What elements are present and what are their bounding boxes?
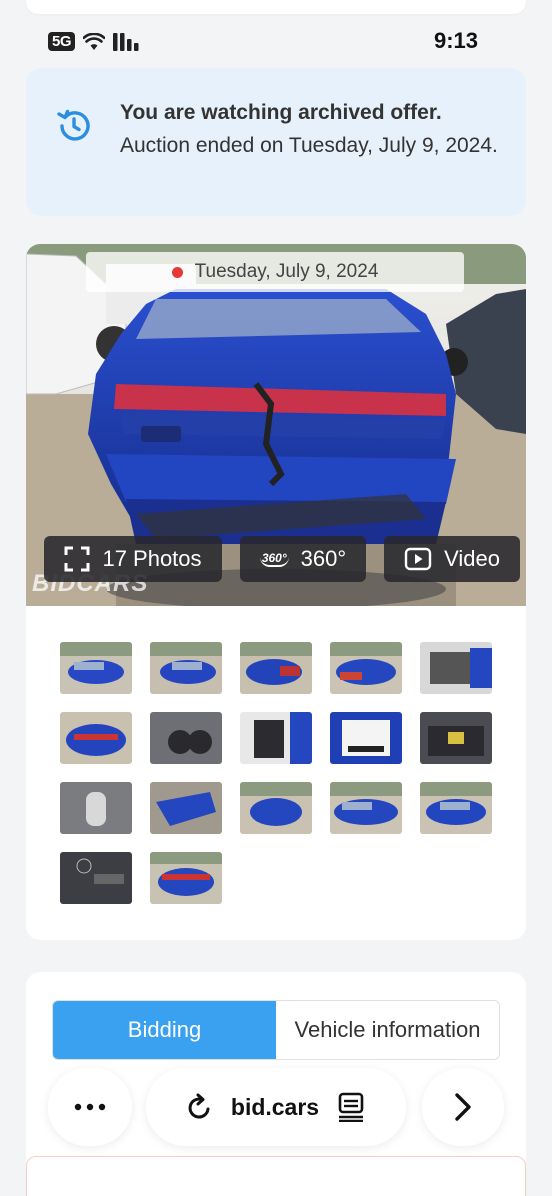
thumbnail[interactable] — [240, 782, 312, 834]
auction-date-text: Tuesday, July 9, 2024 — [194, 261, 379, 282]
thumbnail[interactable] — [420, 642, 492, 694]
network-badge: 5G — [48, 32, 76, 51]
thumbnail[interactable] — [330, 642, 402, 694]
thumbnail[interactable] — [150, 642, 222, 694]
view-360-button[interactable]: 360° 360° — [240, 536, 366, 582]
thumbnail[interactable] — [150, 782, 222, 834]
thumbnail[interactable] — [330, 712, 402, 764]
browser-toolbar: bid.cars — [0, 1060, 552, 1152]
thumbnail[interactable] — [330, 782, 402, 834]
previous-card-edge — [26, 0, 526, 14]
status-dot — [171, 266, 183, 278]
play-icon — [404, 547, 432, 571]
clock: 9:13 — [433, 28, 478, 53]
status-bar: 5G 9:13 — [0, 22, 552, 62]
thumbnail[interactable] — [150, 852, 222, 904]
thumbnail[interactable] — [60, 782, 132, 834]
auction-date: Tuesday, July 9, 2024 — [86, 252, 464, 292]
chevron-right-icon — [455, 1093, 471, 1121]
tab-bidding[interactable]: Bidding — [53, 1001, 276, 1059]
video-label: Video — [444, 546, 500, 571]
more-button[interactable] — [48, 1068, 132, 1146]
url-text: bid.cars — [230, 1093, 320, 1120]
photos-label: 17 Photos — [102, 546, 202, 571]
tab-vehicle-information[interactable]: Vehicle information — [276, 1001, 499, 1059]
main-photo[interactable]: Tuesday, July 9, 2024 BIDCARS 17 Photos … — [26, 244, 526, 606]
thumbnail[interactable] — [420, 712, 492, 764]
archived-notice: You are watching archived offer. Auction… — [26, 68, 526, 216]
thumbnail[interactable] — [150, 712, 222, 764]
360-icon: 360° — [259, 551, 289, 567]
history-icon — [57, 109, 90, 141]
thumbnail[interactable] — [60, 852, 132, 904]
thumbnail[interactable] — [60, 642, 132, 694]
view-360-label: 360° — [300, 546, 347, 571]
address-bar[interactable]: bid.cars — [146, 1068, 406, 1146]
forward-button[interactable] — [422, 1068, 504, 1146]
notice-body: Auction ended on Tuesday, July 9, 2024. — [120, 134, 498, 157]
thumbnail[interactable] — [240, 642, 312, 694]
notice-title: You are watching archived offer. — [120, 101, 442, 124]
thumbnail[interactable] — [240, 712, 312, 764]
status-icons: 5G — [48, 32, 143, 51]
fullscreen-icon — [64, 546, 90, 572]
reader-icon[interactable] — [337, 1092, 365, 1122]
wifi-icon — [83, 32, 106, 50]
reload-icon[interactable] — [187, 1093, 213, 1121]
thumbnail[interactable] — [60, 712, 132, 764]
video-button[interactable]: Video — [384, 536, 520, 582]
photos-button[interactable]: 17 Photos — [44, 536, 222, 582]
details-tabs: Bidding Vehicle information — [52, 1000, 500, 1060]
signal-icon — [113, 32, 139, 51]
thumbnail[interactable] — [420, 782, 492, 834]
more-dots-icon — [74, 1103, 106, 1111]
gallery-card: Tuesday, July 9, 2024 BIDCARS 17 Photos … — [26, 244, 526, 940]
next-card — [26, 1156, 526, 1196]
